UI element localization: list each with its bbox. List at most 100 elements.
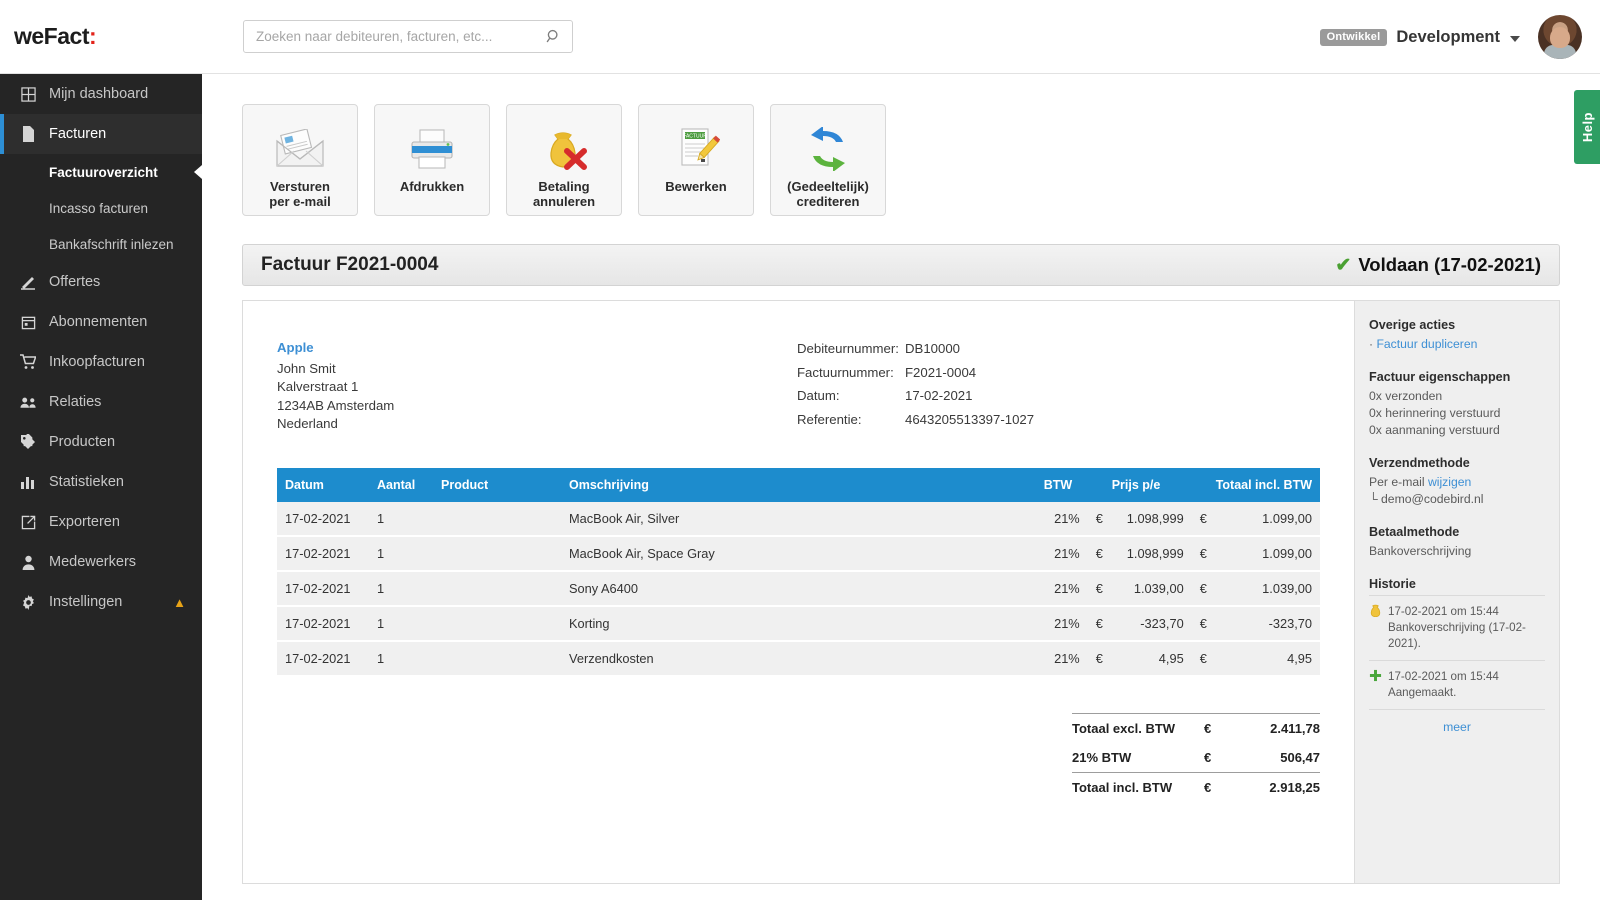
cell-product	[433, 502, 561, 536]
warning-triangle-icon: ▲	[173, 595, 186, 610]
action-versturen-per-email[interactable]: Versturenper e-mail	[242, 104, 358, 216]
action-gedeeltelijk-crediteren[interactable]: (Gedeeltelijk)crediteren	[770, 104, 886, 216]
customer-company[interactable]: Apple	[277, 339, 797, 358]
history-item: 17-02-2021 om 15:44 Bankoverschrijving (…	[1369, 595, 1545, 661]
check-icon: ✔	[1335, 254, 1351, 277]
action-betaling-annuleren[interactable]: Betaling annuleren	[506, 104, 622, 216]
search-input[interactable]	[254, 28, 534, 45]
cell-currency: €	[1192, 641, 1208, 676]
sidebar-item-facturen[interactable]: Facturen	[0, 114, 202, 154]
invoice-meta: Debiteurnummer: DB10000 Factuurnummer: F…	[797, 339, 1034, 434]
sidebar-subitem-label: Incasso facturen	[49, 201, 148, 216]
sidebar-item-statistieken[interactable]: Statistieken	[0, 462, 202, 502]
sidebar-item-inkoopfacturen[interactable]: Inkoopfacturen	[0, 342, 202, 382]
printer-icon	[407, 121, 457, 177]
other-actions-group: Overige acties · Factuur dupliceren	[1369, 318, 1545, 353]
table-row[interactable]: 17-02-2021 1 Verzendkosten 21% € 4,95 € …	[277, 641, 1320, 676]
totals-label: 21% BTW	[1072, 750, 1204, 765]
sidebar-item-exporteren[interactable]: Exporteren	[0, 502, 202, 542]
help-tab[interactable]: Help	[1574, 90, 1600, 164]
meta-key: Factuurnummer:	[797, 363, 905, 387]
column-header-omschrijving: Omschrijving	[561, 468, 1036, 502]
sidebar-item-abonnementen[interactable]: Abonnementen	[0, 302, 202, 342]
cell-datum: 17-02-2021	[277, 502, 369, 536]
sidebar-subitem-bankafschrift-inlezen[interactable]: Bankafschrift inlezen	[0, 226, 202, 262]
invoice-lines-table: Datum Aantal Product Omschrijving BTW Pr…	[277, 468, 1320, 677]
cell-totaal: 4,95	[1208, 641, 1320, 676]
sidebar-item-mijn-dashboard[interactable]: Mijn dashboard	[0, 74, 202, 114]
invoice-side-panel: Overige acties · Factuur dupliceren Fact…	[1354, 301, 1559, 883]
people-icon	[17, 396, 39, 409]
help-tab-label: Help	[1580, 112, 1595, 142]
history-text: Bankoverschrijving (17-02-2021).	[1388, 621, 1526, 650]
app-logo[interactable]: weFact:	[14, 23, 204, 50]
cell-aantal: 1	[369, 641, 433, 676]
invoice-edit-icon: FACTUUR	[672, 121, 720, 177]
pay-method-title: Betaalmethode	[1369, 525, 1545, 539]
logo-text: weFact	[14, 23, 89, 49]
cell-totaal: 1.099,00	[1208, 502, 1320, 536]
sidebar-item-producten[interactable]: Producten	[0, 422, 202, 462]
column-header-currency-2	[1192, 468, 1208, 502]
sidebar: Mijn dashboard Facturen Factuuroverzicht…	[0, 74, 202, 900]
history-more-link[interactable]: meer	[1369, 720, 1545, 734]
app-root: weFact: Ontwikkel Development Mijn dashb…	[0, 0, 1600, 900]
history-title: Historie	[1369, 577, 1545, 591]
history-group: Historie 17-02-2021 om 15:44 Bankoversch…	[1369, 577, 1545, 734]
document-icon	[17, 126, 39, 142]
sidebar-item-label: Abonnementen	[49, 314, 147, 330]
status-text: Voldaan (17-02-2021)	[1358, 254, 1541, 276]
table-header-row: Datum Aantal Product Omschrijving BTW Pr…	[277, 468, 1320, 502]
history-text: Aangemaakt.	[1388, 686, 1456, 699]
cell-aantal: 1	[369, 502, 433, 536]
cell-currency: €	[1088, 571, 1104, 606]
action-bewerken[interactable]: FACTUUR Bewerken	[638, 104, 754, 216]
gear-icon	[17, 595, 39, 610]
cell-btw: 21%	[1036, 641, 1088, 676]
column-header-aantal: Aantal	[369, 468, 433, 502]
property-verzonden: 0x verzonden	[1369, 388, 1545, 405]
history-date: 17-02-2021 om 15:44	[1388, 605, 1499, 618]
sidebar-item-medewerkers[interactable]: Medewerkers	[0, 542, 202, 582]
pencil-icon	[17, 274, 39, 290]
sidebar-item-offertes[interactable]: Offertes	[0, 262, 202, 302]
column-header-btw: BTW	[1036, 468, 1088, 502]
table-row[interactable]: 17-02-2021 1 MacBook Air, Silver 21% € 1…	[277, 502, 1320, 536]
table-row[interactable]: 17-02-2021 1 Sony A6400 21% € 1.039,00 €…	[277, 571, 1320, 606]
sidebar-item-instellingen[interactable]: Instellingen ▲	[0, 582, 202, 622]
search-icon[interactable]	[545, 28, 562, 45]
meta-key: Datum:	[797, 386, 905, 410]
invoice-totals: Totaal excl. BTW € 2.411,78 21% BTW € 50…	[1072, 713, 1320, 802]
duplicate-invoice-link[interactable]: Factuur dupliceren	[1376, 337, 1477, 351]
cell-product	[433, 571, 561, 606]
search-box[interactable]	[243, 20, 573, 53]
sidebar-subitem-factuuroverzicht[interactable]: Factuuroverzicht	[0, 154, 202, 190]
send-method-change-link[interactable]: wijzigen	[1428, 475, 1471, 489]
credit-arrows-icon	[801, 121, 855, 177]
sidebar-item-relaties[interactable]: Relaties	[0, 382, 202, 422]
cell-prijs: 4,95	[1104, 641, 1192, 676]
cell-prijs: 1.098,999	[1104, 502, 1192, 536]
cell-datum: 17-02-2021	[277, 536, 369, 571]
action-label: Betaling annuleren	[507, 179, 621, 209]
cell-currency: €	[1192, 571, 1208, 606]
table-row[interactable]: 17-02-2021 1 Korting 21% € -323,70 € -32…	[277, 606, 1320, 641]
cell-datum: 17-02-2021	[277, 571, 369, 606]
sidebar-subitem-incasso-facturen[interactable]: Incasso facturen	[0, 190, 202, 226]
calendar-icon	[17, 315, 39, 330]
cell-currency: €	[1192, 606, 1208, 641]
column-header-prijs: Prijs p/e	[1104, 468, 1192, 502]
send-method-email-row: └ demo@codebird.nl	[1369, 491, 1545, 508]
chevron-down-icon[interactable]	[1510, 36, 1520, 42]
totals-currency: €	[1204, 780, 1230, 795]
totals-currency: €	[1204, 750, 1230, 765]
user-area[interactable]: Ontwikkel Development	[1320, 15, 1582, 59]
moneybag-cancel-icon	[538, 121, 590, 177]
column-header-currency-1	[1088, 468, 1104, 502]
user-name: Development	[1396, 28, 1500, 47]
avatar[interactable]	[1538, 15, 1582, 59]
table-row[interactable]: 17-02-2021 1 MacBook Air, Space Gray 21%…	[277, 536, 1320, 571]
send-method-email: demo@codebird.nl	[1381, 492, 1483, 506]
action-afdrukken[interactable]: Afdrukken	[374, 104, 490, 216]
pay-method-group: Betaalmethode Bankoverschrijving	[1369, 525, 1545, 560]
